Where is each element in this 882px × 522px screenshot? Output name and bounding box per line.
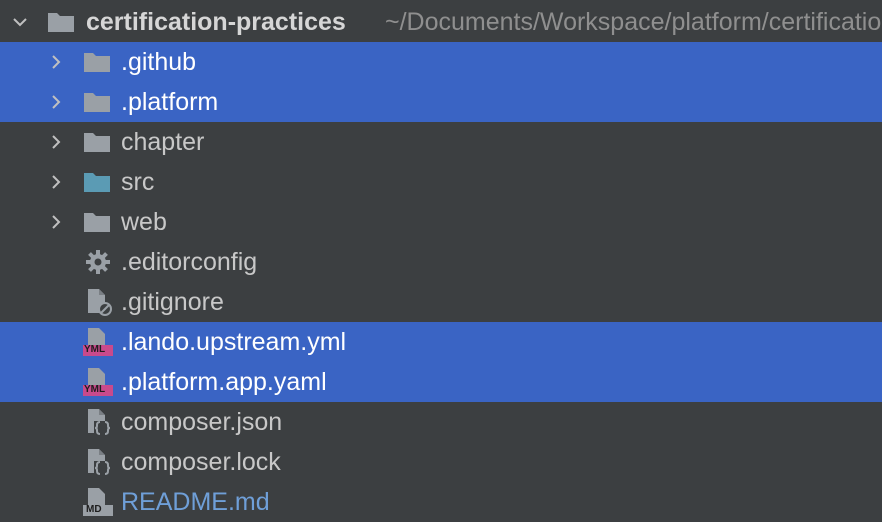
tree-item-label: .gitignore (121, 288, 224, 316)
tree-item-label: .platform.app.yaml (121, 368, 327, 396)
tree-item-platform[interactable]: .platform (0, 82, 882, 122)
md-badge: MD (86, 504, 102, 515)
root-folder-path: ~/Documents/Workspace/platform/certifica… (385, 8, 882, 36)
folder-icon (82, 87, 110, 117)
yml-badge: YML (84, 344, 106, 355)
chevron-right-icon[interactable] (48, 134, 64, 150)
tree-item-label: composer.lock (121, 448, 281, 476)
ignore-file-icon (84, 287, 112, 317)
project-tree: certification-practices ~/Documents/Work… (0, 0, 882, 522)
tree-item-platform-app-yaml[interactable]: YML .platform.app.yaml (0, 362, 882, 402)
tree-item-composer-json[interactable]: composer.json (0, 402, 882, 442)
chevron-right-icon[interactable] (48, 214, 64, 230)
tree-item-readme-md[interactable]: MD README.md (0, 482, 882, 522)
tree-item-label: .platform (121, 88, 219, 116)
tree-item-editorconfig[interactable]: .editorconfig (0, 242, 882, 282)
tree-item-label: web (121, 208, 167, 236)
chevron-right-icon[interactable] (48, 174, 64, 190)
tree-item-lando-upstream-yml[interactable]: YML .lando.upstream.yml (0, 322, 882, 362)
json-file-icon (84, 407, 112, 437)
tree-item-label: README.md (121, 488, 270, 516)
tree-item-label: .lando.upstream.yml (121, 328, 347, 356)
tree-item-web[interactable]: web (0, 202, 882, 242)
yml-badge: YML (84, 384, 106, 395)
folder-icon (82, 47, 110, 77)
tree-item-gitignore[interactable]: .gitignore (0, 282, 882, 322)
chevron-down-icon[interactable] (12, 14, 28, 30)
tree-item-label: .editorconfig (121, 248, 258, 276)
chevron-right-icon[interactable] (48, 54, 64, 70)
yml-file-icon: YML (82, 327, 114, 357)
tree-item-src[interactable]: src (0, 162, 882, 202)
tree-item-label: chapter (121, 128, 205, 156)
markdown-file-icon: MD (82, 487, 114, 517)
tree-item-composer-lock[interactable]: composer.lock (0, 442, 882, 482)
tree-item-label: composer.json (121, 408, 283, 436)
tree-item-label: .github (121, 48, 197, 76)
folder-icon (82, 127, 110, 157)
yml-file-icon: YML (82, 367, 114, 397)
tree-item-github[interactable]: .github (0, 42, 882, 82)
gear-icon (84, 248, 112, 278)
root-folder-name: certification-practices (86, 8, 346, 36)
folder-icon (82, 207, 110, 237)
chevron-right-icon[interactable] (48, 94, 64, 110)
source-folder-icon (82, 167, 110, 197)
tree-item-label: src (121, 168, 155, 196)
json-file-icon (84, 447, 112, 477)
folder-icon (46, 7, 74, 37)
tree-item-chapter[interactable]: chapter (0, 122, 882, 162)
tree-root-row[interactable]: certification-practices ~/Documents/Work… (0, 2, 882, 42)
